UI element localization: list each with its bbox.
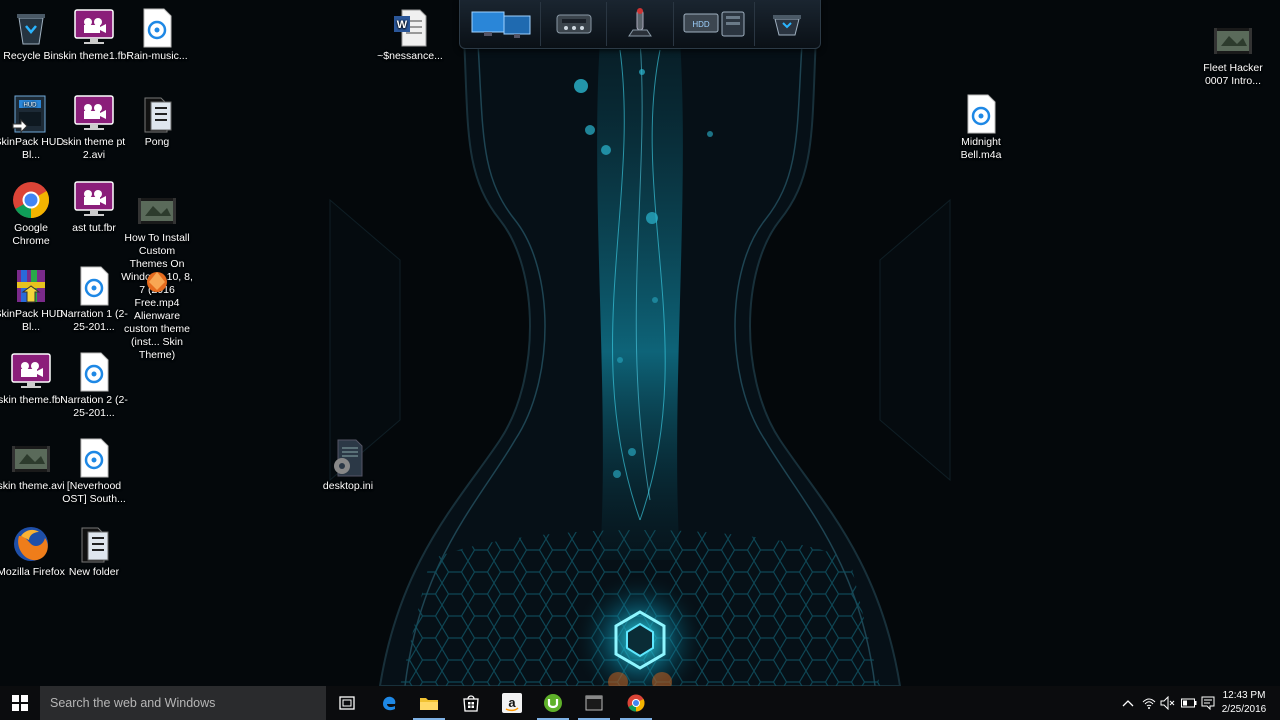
desktop-icon-label: [Neverhood OST] South... [62, 480, 126, 505]
desktop-icon-label: Alienware custom theme (inst... Skin The… [124, 310, 190, 361]
network-icon[interactable] [1141, 695, 1157, 711]
svg-text:a: a [508, 695, 516, 710]
video-thumb-icon [11, 438, 51, 478]
battery-icon[interactable] [1181, 695, 1197, 711]
desktop-icon[interactable]: W ~$nessance... [373, 8, 447, 63]
skinpack-icon: HUD [11, 94, 51, 134]
video-file-icon [74, 180, 114, 220]
utorrent-button[interactable] [533, 686, 573, 720]
audio-file-icon [74, 352, 114, 392]
svg-text:W: W [397, 19, 408, 31]
svg-text:HDD: HDD [692, 20, 710, 29]
chrome-icon [627, 694, 645, 712]
desktop-icon[interactable]: Fleet Hacker 0007 Intro... [1196, 20, 1270, 88]
desktop-icon[interactable]: desktop.ini [311, 438, 385, 493]
audio-file-icon [961, 94, 1001, 134]
chrome-button[interactable] [616, 686, 656, 720]
search-placeholder: Search the web and Windows [50, 696, 216, 710]
recycle-icon[interactable] [755, 2, 820, 46]
taskbar: Search the web and Windows a 12:43 PM 2/… [0, 686, 1280, 720]
terminal-icon [585, 695, 603, 711]
word-doc-icon: W [390, 8, 430, 48]
audio-file-icon [74, 438, 114, 478]
winrar-icon [11, 266, 51, 306]
video-thumb-icon [137, 190, 177, 230]
clock-time: 12:43 PM [1222, 690, 1266, 701]
desktop-icon-label: Narration 1 (2-25-201... [60, 308, 128, 333]
desktop-icon-label: ~$nessance... [377, 50, 443, 62]
desktop-icon-label: Fleet Hacker 0007 Intro... [1203, 62, 1263, 87]
top-dock: HDD [459, 0, 821, 49]
amazon-button[interactable]: a [492, 686, 532, 720]
audio-file-icon [74, 266, 114, 306]
terminal-button[interactable] [574, 686, 614, 720]
edge-icon [383, 696, 396, 711]
video-file-icon [11, 352, 51, 392]
desktop-icon-label: Pong [144, 136, 170, 148]
audio-file-icon [137, 8, 177, 48]
folder-icon [137, 94, 177, 134]
clock[interactable]: 12:43 PM 2/25/2016 [1218, 689, 1270, 717]
store-icon [463, 695, 479, 712]
clock-date: 2/25/2016 [1221, 704, 1267, 715]
monitors-icon[interactable] [460, 2, 541, 46]
desktop-icon-label: desktop.ini [322, 480, 374, 492]
desktop-icon-label: New folder [68, 566, 120, 578]
task-view-button[interactable] [327, 686, 367, 720]
video-file-icon [74, 8, 114, 48]
file-explorer-button[interactable] [409, 686, 449, 720]
desktop-icon[interactable]: Narration 1 (2-25-201... [57, 266, 131, 334]
firefox-icon [11, 524, 51, 564]
desktop-icon[interactable]: Narration 2 (2-25-201... [57, 352, 131, 420]
task-view-icon [339, 696, 355, 710]
search-box[interactable]: Search the web and Windows [40, 686, 326, 720]
control-panel-icon[interactable] [541, 2, 608, 46]
desktop-icon[interactable]: Pong [120, 94, 194, 149]
file-explorer-icon [420, 698, 438, 710]
desktop-icon[interactable]: [Neverhood OST] South... [57, 438, 131, 506]
desktop-icon[interactable]: Alienware custom theme (inst... Skin The… [120, 268, 194, 362]
recycle-bin-icon [11, 8, 51, 48]
joystick-icon[interactable] [607, 2, 674, 46]
desktop-icon-label: Midnight Bell.m4a [960, 136, 1002, 161]
alienware-icon [137, 268, 177, 308]
desktop-icon[interactable]: New folder [57, 524, 131, 579]
desktop-icon[interactable]: Rain-music... [120, 8, 194, 63]
svg-text:HUD: HUD [24, 103, 38, 109]
notifications-icon[interactable] [1200, 695, 1216, 711]
volume-mute-icon[interactable] [1160, 695, 1176, 711]
amazon-icon: a [502, 693, 522, 713]
desktop-icon-label: Rain-music... [126, 50, 188, 62]
windows-logo-icon [12, 695, 28, 711]
edge-button[interactable] [369, 686, 409, 720]
desktop-icon-label: Narration 2 (2-25-201... [60, 394, 128, 419]
desktop-icon[interactable]: Midnight Bell.m4a [944, 94, 1018, 162]
chrome-icon [11, 180, 51, 220]
chevron-up-icon[interactable] [1120, 695, 1136, 711]
utorrent-icon [544, 694, 562, 712]
store-button[interactable] [451, 686, 491, 720]
video-thumb-icon [1213, 20, 1253, 60]
start-button[interactable] [0, 686, 40, 720]
hdd-icon[interactable]: HDD [674, 2, 755, 46]
folder-icon [74, 524, 114, 564]
video-file-icon [74, 94, 114, 134]
settings-file-icon [328, 438, 368, 478]
